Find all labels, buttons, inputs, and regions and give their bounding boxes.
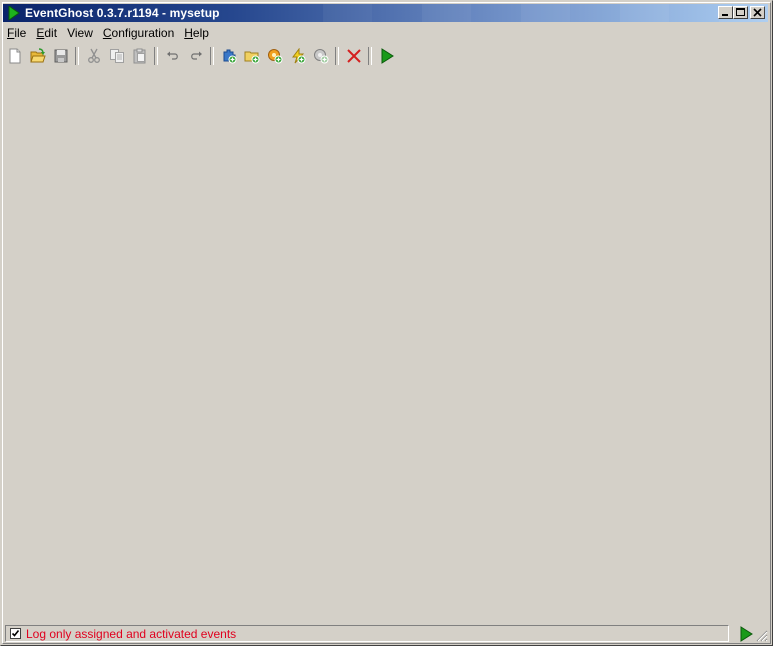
- menu-file[interactable]: File: [3, 24, 30, 42]
- save-icon: [54, 49, 67, 63]
- window-controls: [718, 6, 765, 19]
- redo-button[interactable]: [184, 45, 207, 67]
- toolbar-separator: [75, 47, 79, 65]
- add-plugin-button[interactable]: [217, 45, 240, 67]
- close-icon: [753, 8, 762, 17]
- log-only-assigned-checkbox[interactable]: [10, 628, 21, 639]
- add-folder-icon: [244, 51, 259, 64]
- add-event-button[interactable]: [286, 45, 309, 67]
- title-bar[interactable]: EventGhost 0.3.7.r1194 - mysetup: [3, 4, 768, 22]
- add-plugin-icon: [223, 49, 236, 64]
- toolbar: [3, 44, 768, 68]
- add-folder-button[interactable]: [240, 45, 263, 67]
- window-title: EventGhost 0.3.7.r1194 - mysetup: [25, 6, 220, 20]
- menu-bar: File Edit View Configuration Help: [3, 24, 215, 42]
- checkmark-icon: [11, 630, 20, 637]
- toolbar-separator: [154, 47, 158, 65]
- log-only-assigned-label[interactable]: Log only assigned and activated events: [26, 627, 236, 641]
- open-folder-icon: [29, 48, 46, 63]
- toolbar-separator: [335, 47, 339, 65]
- delete-icon: [346, 49, 361, 63]
- copy-icon: [109, 49, 124, 63]
- resize-grip-icon[interactable]: [756, 630, 768, 642]
- eventghost-app-icon[interactable]: [8, 6, 20, 20]
- maximize-button[interactable]: [733, 6, 748, 19]
- paste-icon: [133, 48, 145, 64]
- menu-edit[interactable]: Edit: [32, 24, 61, 42]
- add-action-button[interactable]: [309, 45, 332, 67]
- save-button[interactable]: [49, 45, 72, 67]
- status-bar: Log only assigned and activated events: [3, 624, 770, 644]
- main-window: EventGhost 0.3.7.r1194 - mysetup File Ed…: [0, 0, 773, 646]
- add-action-icon: [313, 49, 328, 64]
- status-field: Log only assigned and activated events: [5, 625, 729, 642]
- menu-view[interactable]: View: [63, 24, 97, 42]
- maximize-icon: [736, 8, 745, 16]
- toolbar-separator: [368, 47, 372, 65]
- menu-help[interactable]: Help: [180, 24, 213, 42]
- cut-button[interactable]: [82, 45, 105, 67]
- add-macro-icon: [267, 49, 282, 64]
- new-button[interactable]: [3, 45, 26, 67]
- paste-button[interactable]: [128, 45, 151, 67]
- minimize-button[interactable]: [718, 6, 733, 19]
- toolbar-separator: [210, 47, 214, 65]
- undo-icon: [166, 51, 178, 60]
- add-macro-button[interactable]: [263, 45, 286, 67]
- processing-status-icon: [740, 626, 753, 642]
- open-button[interactable]: [26, 45, 49, 67]
- tree-pane[interactable]: [3, 70, 770, 623]
- minimize-icon: [722, 14, 728, 16]
- title-bar-gradient: [273, 4, 768, 22]
- add-event-icon: [291, 48, 305, 64]
- undo-button[interactable]: [161, 45, 184, 67]
- menu-configuration[interactable]: Configuration: [99, 24, 178, 42]
- new-file-icon: [9, 48, 20, 64]
- execute-icon: [381, 48, 394, 64]
- delete-button[interactable]: [342, 45, 365, 67]
- redo-icon: [190, 51, 202, 60]
- close-button[interactable]: [750, 6, 765, 19]
- copy-button[interactable]: [105, 45, 128, 67]
- execute-button[interactable]: [375, 45, 398, 67]
- cut-icon: [87, 48, 100, 63]
